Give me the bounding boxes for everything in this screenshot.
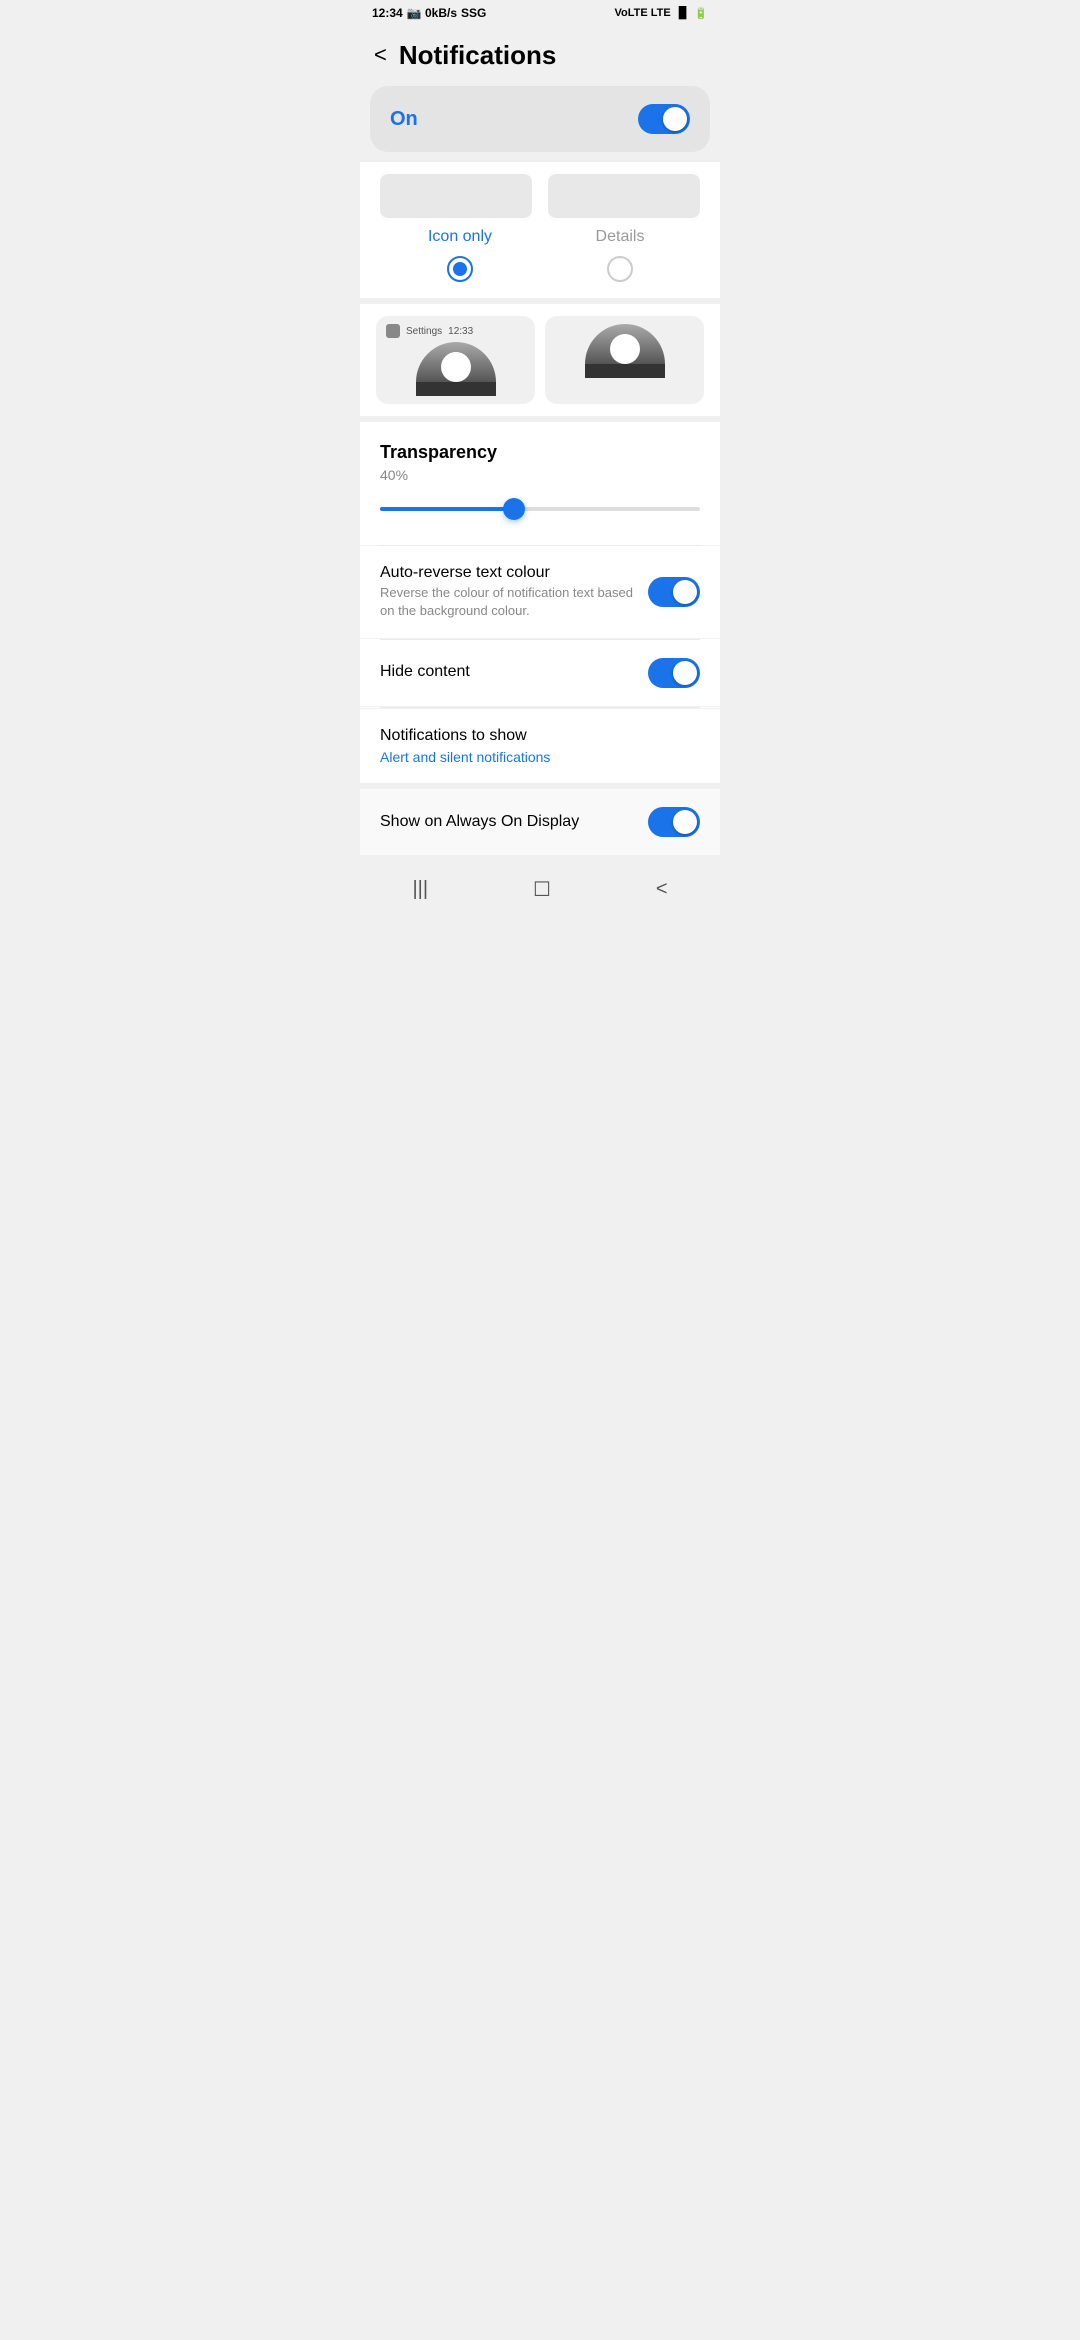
slider-fill [380,507,514,511]
show-on-aod-title: Show on Always On Display [380,813,579,831]
display-mode-previews [360,162,720,228]
auto-reverse-subtitle: Reverse the colour of notification text … [380,584,636,620]
notif-arc-base-right [585,364,665,378]
details-radio-item[interactable] [540,256,700,282]
notif-arc-inner-right [610,334,640,364]
notif-preview-left: Settings 12:33 [376,316,535,404]
auto-reverse-text: Auto-reverse text colour Reverse the col… [380,564,648,620]
notif-mini-header: Settings 12:33 [386,324,525,338]
show-on-aod-item[interactable]: Show on Always On Display [360,789,720,855]
notifications-to-show-subtitle: Alert and silent notifications [380,749,700,765]
notifications-to-show-title: Notifications to show [380,727,700,745]
time-display: 12:34 [372,6,403,20]
recent-apps-button[interactable]: ||| [412,878,428,901]
toggle-on-label: On [390,108,418,131]
status-icons: 📷 0kB/s [407,6,457,20]
hide-content-toggle[interactable] [648,658,700,688]
hide-content-item[interactable]: Hide content [360,640,720,707]
notif-preview-right [545,316,704,404]
notif-app-label: Settings [406,326,442,337]
page-title: Notifications [399,40,556,71]
notif-preview-section: Settings 12:33 [360,304,720,416]
notif-arc-inner-left [441,352,471,382]
status-left: 12:34 📷 0kB/s SSG [372,6,486,20]
transparency-section: Transparency 40% [360,422,720,545]
back-nav-button[interactable]: < [656,878,668,901]
notif-previews-container: Settings 12:33 [376,316,704,404]
back-button[interactable]: < [370,38,391,72]
icon-only-label[interactable]: Icon only [380,228,540,246]
auto-reverse-item[interactable]: Auto-reverse text colour Reverse the col… [360,546,720,639]
icon-only-radio[interactable] [447,256,473,282]
page-header: < Notifications [360,24,720,86]
auto-reverse-title: Auto-reverse text colour [380,564,636,582]
display-mode-labels: Icon only Details [360,228,720,246]
transparency-title: Transparency [380,442,700,463]
auto-reverse-toggle[interactable] [648,577,700,607]
carrier-label: SSG [461,6,486,20]
notif-arc-left [416,342,496,382]
icon-only-radio-item[interactable] [380,256,540,282]
icon-only-preview [380,174,532,218]
display-mode-radio-row [360,256,720,282]
main-toggle-switch[interactable] [638,104,690,134]
show-on-aod-toggle[interactable] [648,807,700,837]
display-mode-selector: Icon only Details [360,162,720,298]
notif-arc-base-left [416,382,496,396]
transparency-slider[interactable] [380,499,700,519]
notifications-to-show-item[interactable]: Notifications to show Alert and silent n… [360,708,720,783]
notif-time-label: 12:33 [448,326,473,337]
details-radio[interactable] [607,256,633,282]
hide-content-title: Hide content [380,663,636,681]
settings-section: Auto-reverse text colour Reverse the col… [360,546,720,783]
status-right: VoLTE LTE ▐▌ 🔋 [614,7,708,20]
transparency-percent: 40% [380,467,700,483]
signal-bars: ▐▌ [675,7,691,19]
home-button[interactable]: ☐ [533,877,551,902]
notif-arc-right [585,324,665,364]
main-toggle-row[interactable]: On [370,86,710,152]
battery-icon: 🔋 [694,7,708,20]
notif-mini-icon [386,324,400,338]
slider-thumb[interactable] [503,498,525,520]
slider-track [380,507,700,511]
details-preview [548,174,700,218]
signal-label: VoLTE LTE [614,7,670,19]
hide-content-text: Hide content [380,663,648,683]
details-label[interactable]: Details [540,228,700,246]
status-bar: 12:34 📷 0kB/s SSG VoLTE LTE ▐▌ 🔋 [360,0,720,24]
bottom-navigation: ||| ☐ < [360,861,720,914]
